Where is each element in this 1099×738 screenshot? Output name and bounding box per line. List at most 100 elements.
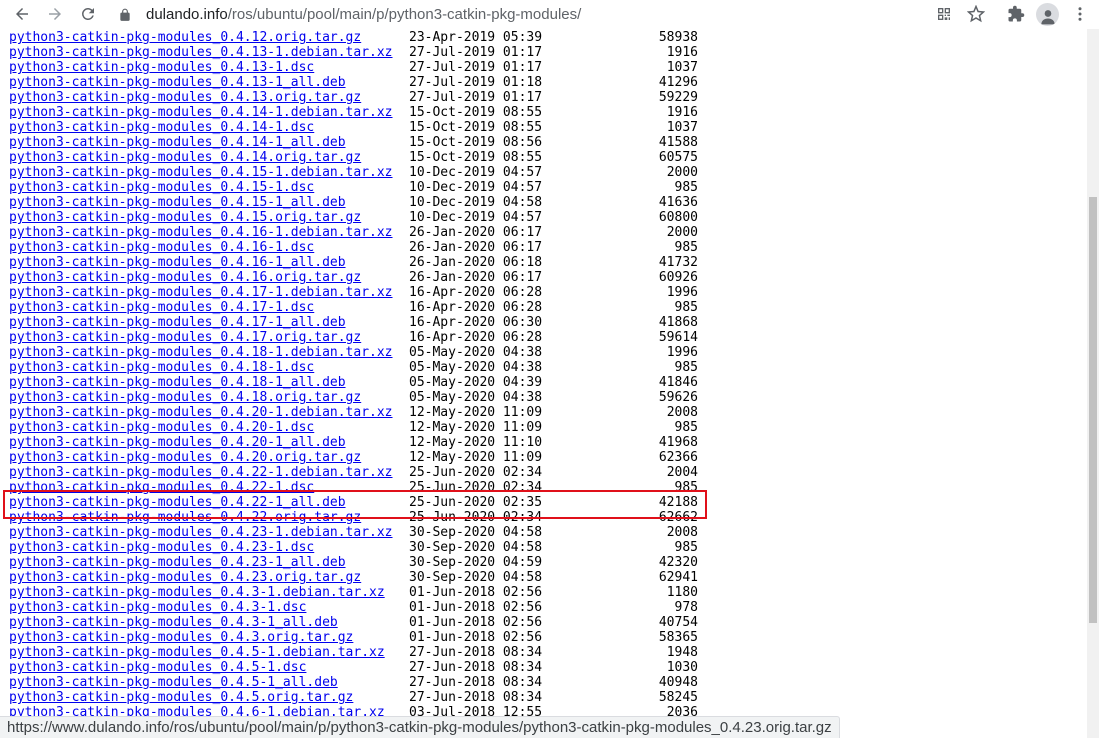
file-link[interactable]: python3-catkin-pkg-modules_0.4.22-1.dsc [9, 480, 409, 495]
file-date: 15-Oct-2019 08:56 [409, 135, 543, 150]
file-link[interactable]: python3-catkin-pkg-modules_0.4.18-1.debi… [9, 345, 409, 360]
qr-button[interactable] [930, 0, 958, 28]
file-link[interactable]: python3-catkin-pkg-modules_0.4.14-1.debi… [9, 105, 409, 120]
file-size: 1996 [666, 345, 698, 360]
file-date: 01-Jun-2018 02:56 [409, 600, 543, 615]
file-size: 40754 [658, 615, 698, 630]
file-size: 58365 [658, 630, 698, 645]
file-size: 60926 [658, 270, 698, 285]
file-link[interactable]: python3-catkin-pkg-modules_0.4.23-1.dsc [9, 540, 409, 555]
file-link[interactable]: python3-catkin-pkg-modules_0.4.23.orig.t… [9, 570, 409, 585]
file-size: 58938 [658, 30, 698, 45]
listing-row: python3-catkin-pkg-modules_0.4.13-1.dsc 2… [9, 60, 698, 75]
file-date: 27-Jun-2018 08:34 [409, 660, 543, 675]
file-link[interactable]: python3-catkin-pkg-modules_0.4.18-1.dsc [9, 360, 409, 375]
listing-row: python3-catkin-pkg-modules_0.4.22-1.debi… [9, 465, 698, 480]
file-link[interactable]: python3-catkin-pkg-modules_0.4.5-1.debia… [9, 645, 409, 660]
file-date: 15-Oct-2019 08:55 [409, 105, 543, 120]
file-date: 05-May-2020 04:38 [409, 360, 543, 375]
back-button[interactable] [8, 0, 36, 28]
file-link[interactable]: python3-catkin-pkg-modules_0.4.14.orig.t… [9, 150, 409, 165]
file-size: 1996 [666, 285, 698, 300]
file-link[interactable]: python3-catkin-pkg-modules_0.4.22.orig.t… [9, 510, 409, 525]
listing-row: python3-catkin-pkg-modules_0.4.5-1_all.d… [9, 675, 698, 690]
file-link[interactable]: python3-catkin-pkg-modules_0.4.17.orig.t… [9, 330, 409, 345]
file-size: 2008 [666, 525, 698, 540]
extensions-button[interactable] [1002, 0, 1030, 28]
vertical-scrollbar[interactable] [1087, 29, 1099, 738]
file-link[interactable]: python3-catkin-pkg-modules_0.4.14-1.dsc [9, 120, 409, 135]
file-link[interactable]: python3-catkin-pkg-modules_0.4.13-1.debi… [9, 45, 409, 60]
file-size: 58245 [658, 690, 698, 705]
forward-button[interactable] [41, 0, 69, 28]
file-size: 985 [674, 360, 698, 375]
file-link[interactable]: python3-catkin-pkg-modules_0.4.12.orig.t… [9, 30, 409, 45]
file-link[interactable]: python3-catkin-pkg-modules_0.4.17-1.debi… [9, 285, 409, 300]
file-link[interactable]: python3-catkin-pkg-modules_0.4.14-1_all.… [9, 135, 409, 150]
file-size: 41732 [658, 255, 698, 270]
file-link[interactable]: python3-catkin-pkg-modules_0.4.20-1_all.… [9, 435, 409, 450]
file-link[interactable]: python3-catkin-pkg-modules_0.4.20.orig.t… [9, 450, 409, 465]
listing-row: python3-catkin-pkg-modules_0.4.22-1_all.… [9, 495, 698, 510]
file-date: 25-Jun-2020 02:34 [409, 480, 543, 495]
file-link[interactable]: python3-catkin-pkg-modules_0.4.5.orig.ta… [9, 690, 409, 705]
profile-button[interactable] [1036, 3, 1059, 26]
file-link[interactable]: python3-catkin-pkg-modules_0.4.15.orig.t… [9, 210, 409, 225]
file-size: 1037 [666, 60, 698, 75]
file-link[interactable]: python3-catkin-pkg-modules_0.4.16.orig.t… [9, 270, 409, 285]
file-link[interactable]: python3-catkin-pkg-modules_0.4.17-1_all.… [9, 315, 409, 330]
file-date: 27-Jul-2019 01:17 [409, 45, 543, 60]
file-link[interactable]: python3-catkin-pkg-modules_0.4.16-1.dsc [9, 240, 409, 255]
file-date: 30-Sep-2020 04:59 [409, 555, 543, 570]
file-link[interactable]: python3-catkin-pkg-modules_0.4.3.orig.ta… [9, 630, 409, 645]
file-date: 16-Apr-2020 06:28 [409, 330, 543, 345]
menu-button[interactable] [1066, 0, 1094, 28]
file-link[interactable]: python3-catkin-pkg-modules_0.4.20-1.dsc [9, 420, 409, 435]
address-bar[interactable]: dulando.info/ros/ubuntu/pool/main/p/pyth… [112, 1, 948, 28]
file-link[interactable]: python3-catkin-pkg-modules_0.4.15-1.dsc [9, 180, 409, 195]
file-date: 27-Jul-2019 01:18 [409, 75, 543, 90]
listing-row: python3-catkin-pkg-modules_0.4.17-1.dsc 1… [9, 300, 698, 315]
file-link[interactable]: python3-catkin-pkg-modules_0.4.3-1.debia… [9, 585, 409, 600]
file-link[interactable]: python3-catkin-pkg-modules_0.4.5-1.dsc [9, 660, 409, 675]
reload-button[interactable] [74, 0, 102, 28]
listing-row: python3-catkin-pkg-modules_0.4.16-1.debi… [9, 225, 698, 240]
listing-row: python3-catkin-pkg-modules_0.4.14-1.debi… [9, 105, 698, 120]
file-date: 16-Apr-2020 06:30 [409, 315, 543, 330]
scrollbar-thumb[interactable] [1089, 197, 1097, 623]
browser-toolbar: dulando.info/ros/ubuntu/pool/main/p/pyth… [0, 0, 1099, 29]
file-link[interactable]: python3-catkin-pkg-modules_0.4.16-1_all.… [9, 255, 409, 270]
file-size: 62366 [658, 450, 698, 465]
listing-row: python3-catkin-pkg-modules_0.4.5-1.debia… [9, 645, 698, 660]
file-link[interactable]: python3-catkin-pkg-modules_0.4.3-1_all.d… [9, 615, 409, 630]
file-link[interactable]: python3-catkin-pkg-modules_0.4.18.orig.t… [9, 390, 409, 405]
listing-row: python3-catkin-pkg-modules_0.4.23.orig.t… [9, 570, 698, 585]
status-bar-url: https://www.dulando.info/ros/ubuntu/pool… [0, 716, 840, 738]
file-link[interactable]: python3-catkin-pkg-modules_0.4.13-1_all.… [9, 75, 409, 90]
file-link[interactable]: python3-catkin-pkg-modules_0.4.22-1_all.… [9, 495, 409, 510]
file-link[interactable]: python3-catkin-pkg-modules_0.4.18-1_all.… [9, 375, 409, 390]
file-link[interactable]: python3-catkin-pkg-modules_0.4.15-1.debi… [9, 165, 409, 180]
file-size: 2000 [666, 225, 698, 240]
file-date: 25-Jun-2020 02:34 [409, 510, 543, 525]
listing-row: python3-catkin-pkg-modules_0.4.16-1.dsc 2… [9, 240, 698, 255]
file-link[interactable]: python3-catkin-pkg-modules_0.4.23-1.debi… [9, 525, 409, 540]
bookmark-button[interactable] [962, 0, 990, 28]
file-size: 41296 [658, 75, 698, 90]
file-link[interactable]: python3-catkin-pkg-modules_0.4.15-1_all.… [9, 195, 409, 210]
file-size: 62662 [658, 510, 698, 525]
file-link[interactable]: python3-catkin-pkg-modules_0.4.22-1.debi… [9, 465, 409, 480]
file-date: 12-May-2020 11:10 [409, 435, 543, 450]
file-link[interactable]: python3-catkin-pkg-modules_0.4.13.orig.t… [9, 90, 409, 105]
file-date: 12-May-2020 11:09 [409, 420, 543, 435]
file-size: 41846 [658, 375, 698, 390]
file-link[interactable]: python3-catkin-pkg-modules_0.4.3-1.dsc [9, 600, 409, 615]
file-link[interactable]: python3-catkin-pkg-modules_0.4.13-1.dsc [9, 60, 409, 75]
listing-row: python3-catkin-pkg-modules_0.4.15.orig.t… [9, 210, 698, 225]
file-link[interactable]: python3-catkin-pkg-modules_0.4.17-1.dsc [9, 300, 409, 315]
file-link[interactable]: python3-catkin-pkg-modules_0.4.5-1_all.d… [9, 675, 409, 690]
file-link[interactable]: python3-catkin-pkg-modules_0.4.20-1.debi… [9, 405, 409, 420]
file-date: 01-Jun-2018 02:56 [409, 615, 543, 630]
file-link[interactable]: python3-catkin-pkg-modules_0.4.16-1.debi… [9, 225, 409, 240]
file-link[interactable]: python3-catkin-pkg-modules_0.4.23-1_all.… [9, 555, 409, 570]
